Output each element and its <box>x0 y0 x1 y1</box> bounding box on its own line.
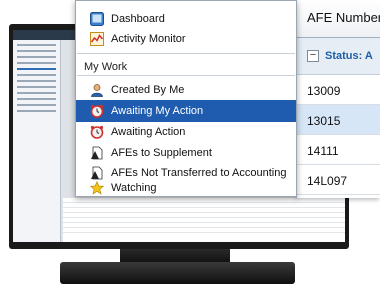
mini-sidebar-item <box>17 68 56 70</box>
status-group-label: Status: A <box>325 50 373 62</box>
table-row[interactable]: 14L097 <box>297 165 380 195</box>
dashboard-icon <box>90 12 104 26</box>
mini-data-table <box>63 198 345 242</box>
menu-item-label: Awaiting My Action <box>111 105 204 117</box>
monitor-stand-base <box>60 262 295 284</box>
menu-item-label: Activity Monitor <box>111 33 186 45</box>
status-group-row[interactable]: − Status: A <box>297 38 380 75</box>
user-icon <box>90 83 104 97</box>
activity-monitor-icon <box>90 32 104 46</box>
mini-sidebar-item <box>17 50 56 52</box>
mini-sidebar-item <box>17 110 56 112</box>
mini-sidebar-item <box>17 44 56 46</box>
screenshot-stage: AFE Number − Status: A 13009 13015 14111… <box>0 0 380 287</box>
monitor-stand-neck <box>120 249 230 263</box>
mini-sidebar-item <box>17 92 56 94</box>
mini-sidebar-item <box>17 80 56 82</box>
mini-sidebar-item <box>17 98 56 100</box>
mini-sidebar-item <box>17 104 56 106</box>
table-row-selected[interactable]: 13015 <box>297 105 380 135</box>
menu-item-watching[interactable]: Watching <box>76 177 296 199</box>
table-row[interactable]: 13009 <box>297 75 380 105</box>
collapse-group-icon[interactable]: − <box>307 50 319 62</box>
mini-sidebar-item <box>17 86 56 88</box>
mini-sidebar-item <box>17 74 56 76</box>
alarm-clock-icon <box>90 125 104 139</box>
afe-document-icon <box>90 146 104 160</box>
menu-item-activity-monitor[interactable]: Activity Monitor <box>76 28 296 50</box>
mini-table-row <box>63 228 345 233</box>
menu-divider <box>77 53 295 54</box>
menu-item-created-by-me[interactable]: Created By Me <box>76 79 296 101</box>
alarm-clock-icon <box>90 104 104 118</box>
menu-item-awaiting-action[interactable]: Awaiting Action <box>76 121 296 143</box>
menu-item-awaiting-my-action[interactable]: Awaiting My Action <box>76 100 296 122</box>
mini-sidebar-item <box>17 62 56 64</box>
afe-grid: AFE Number − Status: A 13009 13015 14111… <box>296 0 380 198</box>
menu-item-afes-to-supplement[interactable]: AFEs to Supplement <box>76 142 296 164</box>
mini-sidebar-item <box>17 56 56 58</box>
menu-item-label: Created By Me <box>111 84 185 96</box>
star-icon <box>90 181 104 195</box>
navigation-menu: Dashboard Activity Monitor My Work Creat… <box>75 0 297 197</box>
mini-sidebar <box>13 40 61 242</box>
menu-item-dashboard[interactable]: Dashboard <box>76 8 296 30</box>
menu-item-label: Watching <box>111 182 157 194</box>
afe-number-column-header[interactable]: AFE Number <box>297 0 380 38</box>
menu-item-label: Dashboard <box>111 13 165 25</box>
menu-item-label: AFEs to Supplement <box>111 147 212 159</box>
table-row[interactable]: 14111 <box>297 135 380 165</box>
my-work-section-title: My Work <box>84 61 128 73</box>
menu-item-label: Awaiting Action <box>111 126 186 138</box>
menu-divider <box>77 75 295 76</box>
